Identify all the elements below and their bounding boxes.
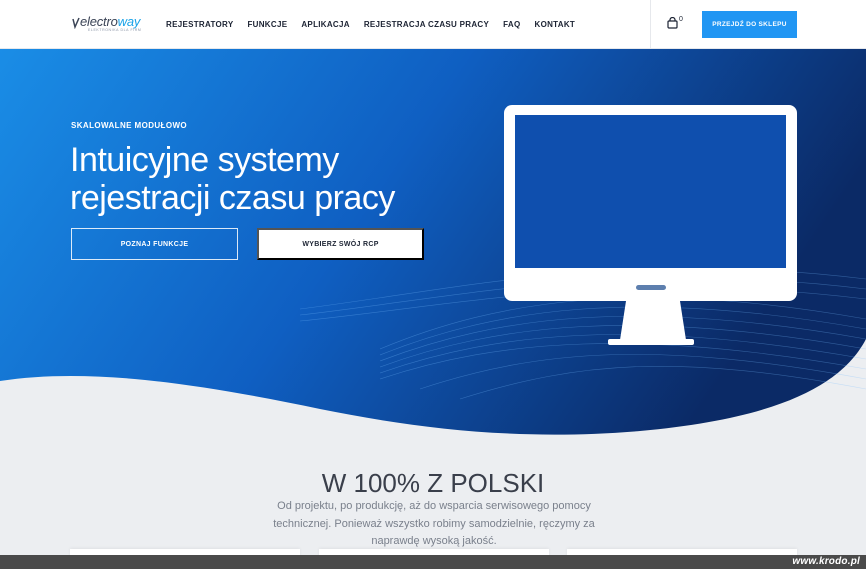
hero-title-line1: Intuicyjne systemy (70, 141, 339, 179)
shop-button[interactable]: PRZEJDŹ DO SKLEPU (702, 11, 797, 38)
section-text: Od projektu, po produkcję, aż do wsparci… (273, 500, 595, 547)
features-button[interactable]: POZNAJ FUNKCJE (71, 228, 238, 260)
site-header: electroway ELEKTRONIKA DLA FIRM REJESTRA… (0, 0, 866, 49)
nav-item-faq[interactable]: FAQ (503, 20, 520, 29)
bottom-bar (0, 555, 866, 569)
logo-wordmark: electroway (80, 14, 141, 29)
section-title: W 100% Z POLSKI (321, 468, 545, 498)
logo-mark-icon (72, 17, 80, 29)
nav-item-funkcje[interactable]: FUNKCJE (247, 20, 287, 29)
nav-item-kontakt[interactable]: KONTAKT (535, 20, 576, 29)
nav-item-rejestratory[interactable]: REJESTRATORY (166, 20, 233, 29)
logo-subtitle: ELEKTRONIKA DLA FIRM (88, 28, 142, 32)
shopping-bag-icon (667, 17, 678, 29)
hero-title-line2: rejestracji czasu pracy (70, 179, 395, 217)
hero-kicker: SKALOWALNE MODUŁOWO (71, 121, 188, 130)
cart-count: 0 (679, 16, 683, 23)
cart-button[interactable]: 0 (667, 16, 689, 33)
monitor-illustration (504, 105, 797, 345)
nav-item-aplikacja[interactable]: APLIKACJA (301, 20, 349, 29)
choose-rcp-button[interactable]: WYBIERZ SWÓJ RCP (257, 228, 424, 260)
nav-item-rejestracja[interactable]: REJESTRACJA CZASU PRACY (364, 20, 489, 29)
hero-section: SKALOWALNE MODUŁOWO Intuicyjne systemy r… (0, 49, 866, 439)
logo[interactable]: electroway ELEKTRONIKA DLA FIRM (72, 14, 148, 34)
header-divider (650, 0, 651, 49)
hero-title: Intuicyjne systemy rejestracji czasu pra… (70, 141, 470, 217)
watermark: www.krodo.pl (792, 556, 860, 567)
main-nav: REJESTRATORY FUNKCJE APLIKACJA REJESTRAC… (166, 0, 589, 49)
